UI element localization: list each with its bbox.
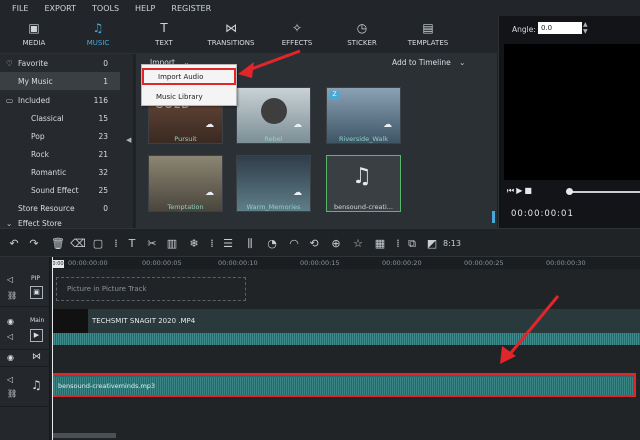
- arrow-head: [238, 62, 254, 78]
- arrow-to-import-audio: [245, 49, 301, 73]
- annotation-arrows: [238, 49, 560, 364]
- arrow-to-audio-clip: [508, 295, 560, 355]
